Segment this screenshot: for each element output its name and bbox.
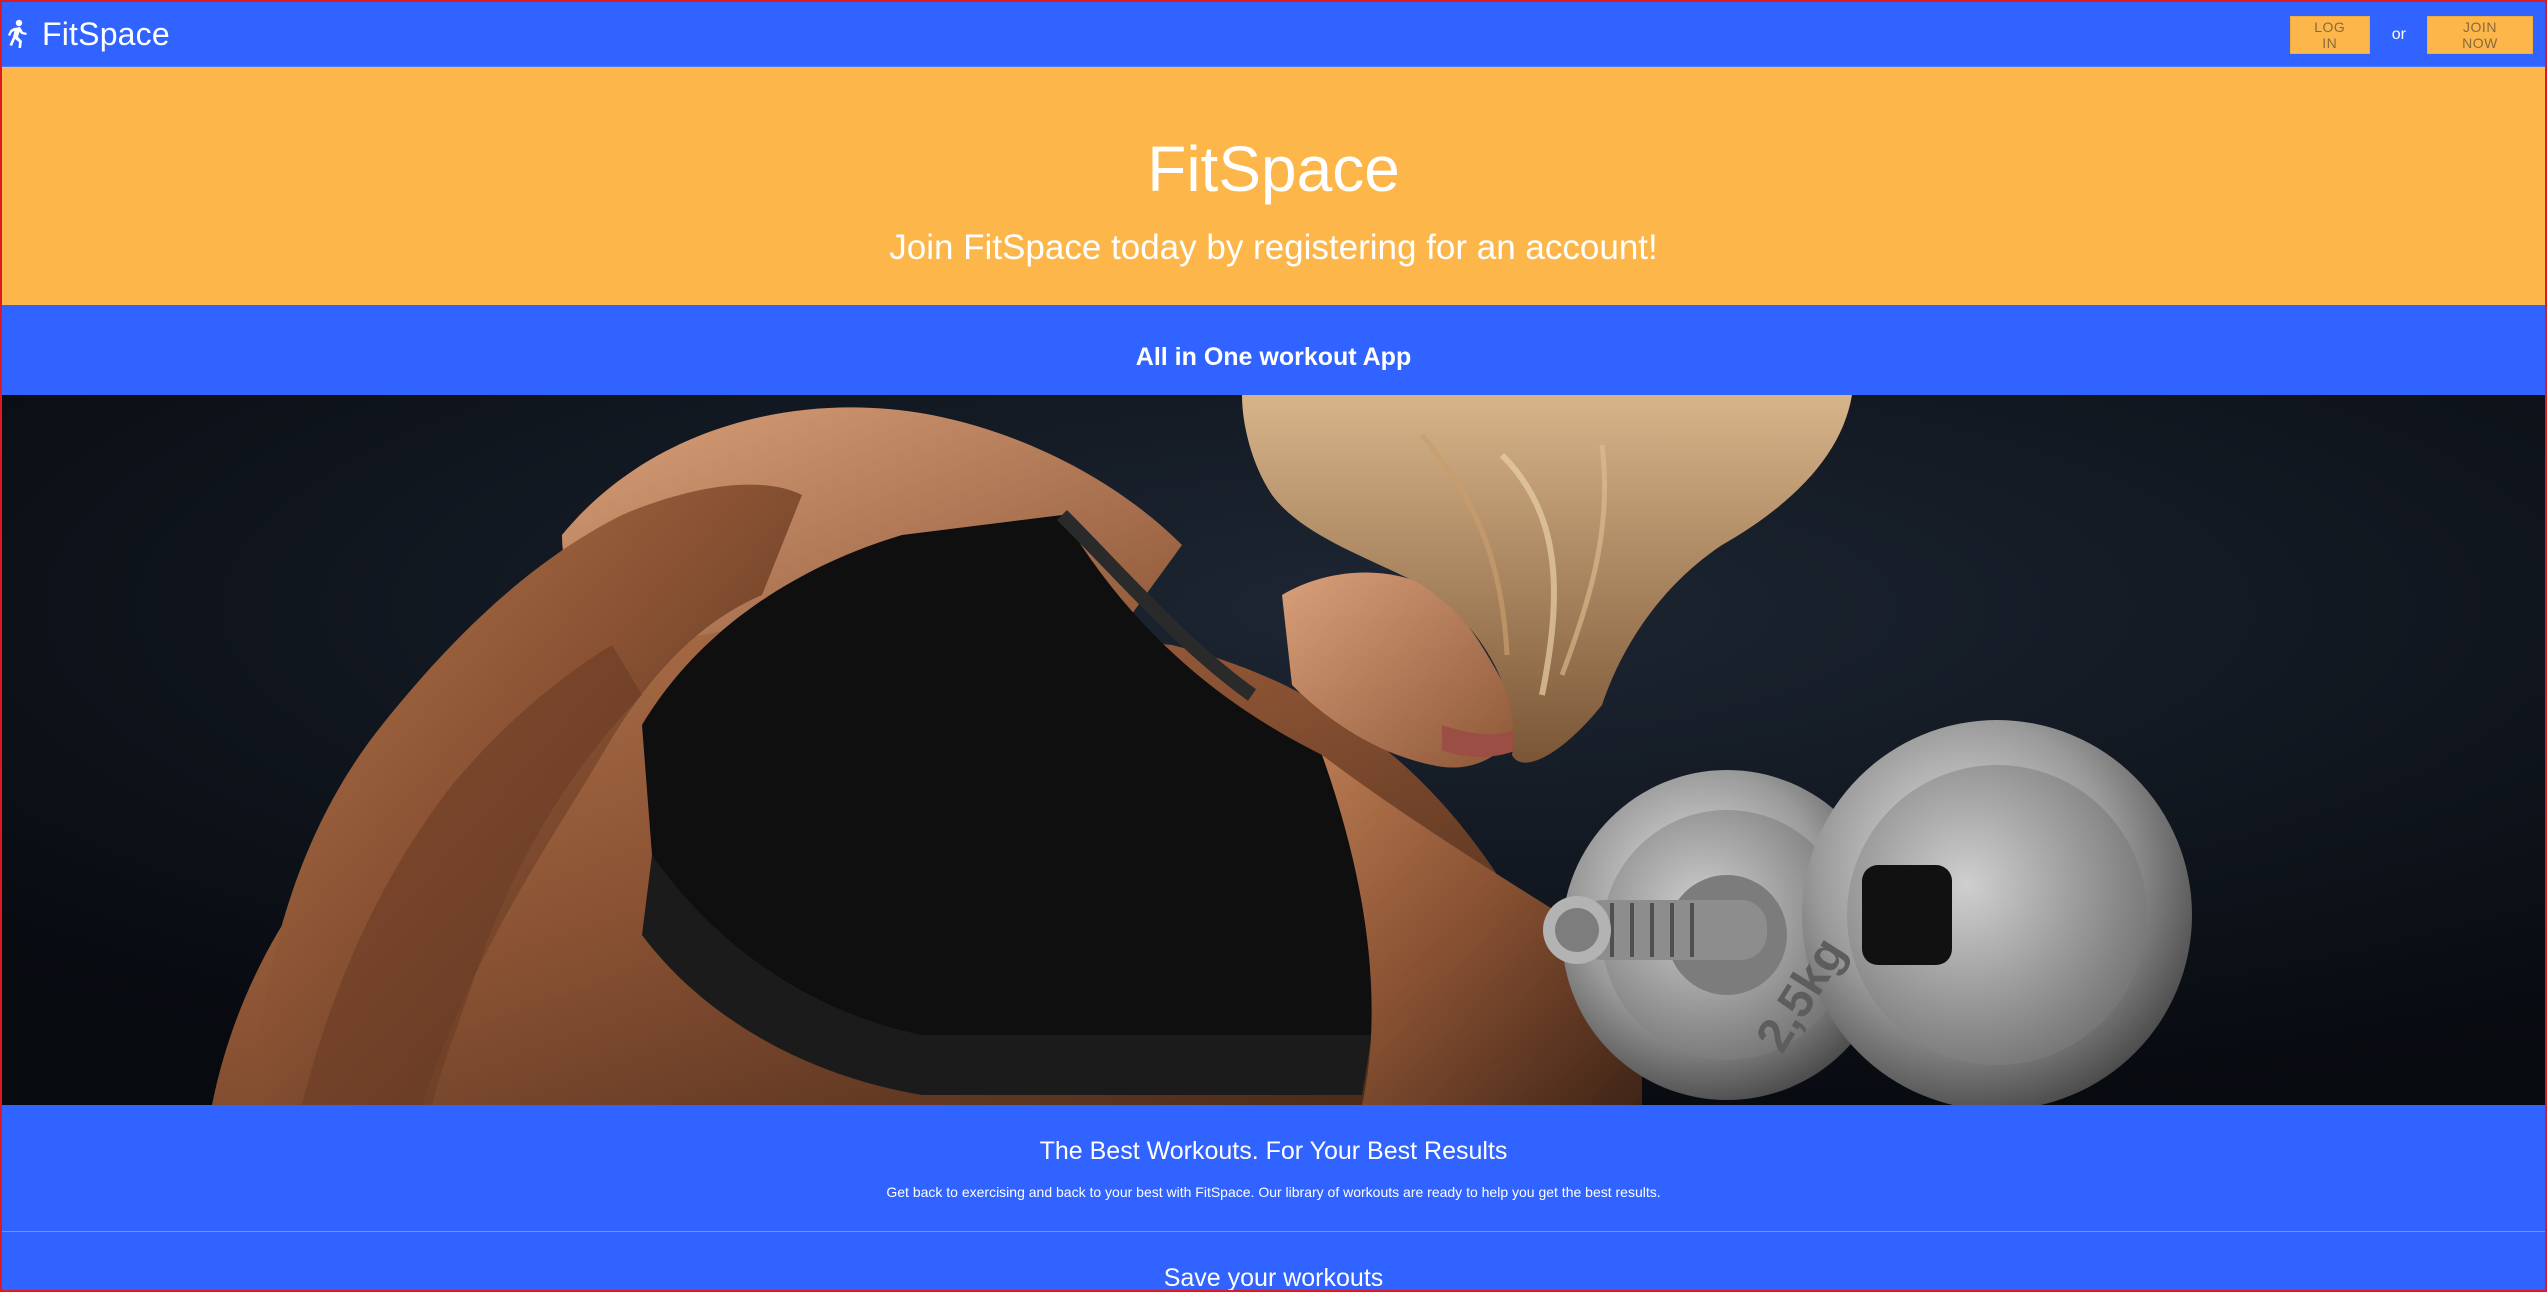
hero-banner: FitSpace Join FitSpace today by register…: [2, 67, 2545, 305]
running-person-icon: [6, 19, 28, 49]
feature-save-workouts: Save your workouts: [2, 1232, 2545, 1292]
hero-title: FitSpace: [1147, 133, 1400, 205]
woman-lifting-dumbbell-photo: 2,5kg: [2, 395, 2545, 1105]
feature-title: The Best Workouts. For Your Best Results: [1039, 1137, 1508, 1165]
tagline-band: All in One workout App: [2, 305, 2545, 395]
login-button[interactable]: LOG IN: [2289, 15, 2370, 54]
or-separator: or: [2391, 25, 2406, 43]
brand-name: FitSpace: [42, 15, 170, 52]
brand-link[interactable]: FitSpace: [2, 2, 170, 66]
auth-actions: LOG IN or JOIN NOW: [2289, 2, 2533, 67]
feature-description: Get back to exercising and back to your …: [886, 1184, 1661, 1200]
feature-title: Save your workouts: [1163, 1264, 1384, 1292]
feature-best-workouts: The Best Workouts. For Your Best Results…: [2, 1105, 2545, 1232]
tagline-heading: All in One workout App: [1135, 343, 1412, 371]
top-navbar: FitSpace LOG IN or JOIN NOW: [2, 2, 2545, 67]
page: FitSpace LOG IN or JOIN NOW FitSpace Joi…: [0, 0, 2547, 1292]
hero-subtitle: Join FitSpace today by registering for a…: [889, 228, 1658, 267]
join-now-button[interactable]: JOIN NOW: [2427, 15, 2533, 54]
